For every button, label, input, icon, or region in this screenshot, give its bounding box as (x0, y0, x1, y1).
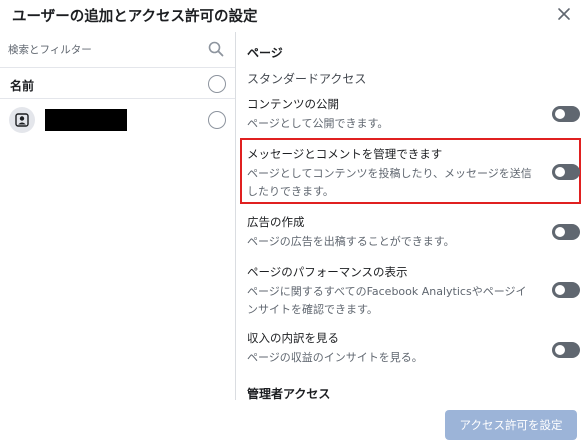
permissions-panel: ページ スタンダードアクセス コンテンツの公開 ページとして公開できます。 メッ… (237, 32, 583, 400)
create-ads-toggle[interactable] (552, 224, 580, 240)
permission-title: コンテンツの公開 (247, 97, 339, 111)
permission-description: ページとしてコンテンツを投稿したり、メッセージを送信したりできます。 (247, 167, 532, 198)
dialog-body: 名前 ページ スタンダードアクセス コンテンツの公開 (0, 32, 583, 400)
name-header-row: 名前 (0, 69, 235, 99)
set-permissions-button[interactable]: アクセス許可を設定 (445, 410, 577, 440)
permission-title: メッセージとコメントを管理できます (247, 147, 443, 161)
toggle-knob (555, 285, 565, 295)
page-section-title: ページ (247, 46, 283, 60)
person-icon (15, 113, 29, 127)
name-header: 名前 (10, 79, 35, 93)
permission-title: 収入の内訳を見る (247, 331, 339, 345)
permission-description: ページの広告を出稿することができます。 (247, 235, 455, 248)
redacted-user-name (45, 109, 127, 131)
toggle-knob (555, 227, 565, 237)
select-all-radio[interactable] (208, 75, 226, 93)
search-icon[interactable] (208, 41, 224, 57)
permission-manage-messages: メッセージとコメントを管理できます ページとしてコンテンツを投稿したり、メッセー… (237, 146, 583, 202)
permission-title: 広告の作成 (247, 215, 305, 229)
dialog-title: ユーザーの追加とアクセス許可の設定 (12, 9, 258, 25)
search-bar (0, 32, 235, 68)
view-revenue-toggle[interactable] (552, 342, 580, 358)
permission-view-performance: ページのパフォーマンスの表示 ページに関するすべてのFacebook Analy… (237, 264, 583, 320)
view-performance-toggle[interactable] (552, 282, 580, 298)
search-input[interactable] (8, 40, 198, 60)
permissions-dialog: ユーザーの追加とアクセス許可の設定 名前 (0, 0, 583, 445)
user-list-panel: 名前 (0, 32, 236, 400)
user-list-item[interactable] (0, 100, 235, 140)
admin-access-heading: 管理者アクセス (247, 387, 331, 400)
manage-messages-toggle[interactable] (552, 164, 580, 180)
permission-view-revenue: 収入の内訳を見る ページの収益のインサイトを見る。 (237, 330, 583, 370)
permission-publish-content: コンテンツの公開 ページとして公開できます。 (237, 96, 583, 136)
permission-create-ads: 広告の作成 ページの広告を出稿することができます。 (237, 214, 583, 254)
permission-description: ページの収益のインサイトを見る。 (247, 351, 423, 364)
avatar (9, 107, 35, 133)
standard-access-heading: スタンダードアクセス (247, 72, 367, 86)
toggle-knob (555, 345, 565, 355)
user-select-radio[interactable] (208, 111, 226, 129)
dialog-footer: アクセス許可を設定 (0, 400, 583, 445)
permission-description: ページとして公開できます。 (247, 117, 389, 130)
permission-description: ページに関するすべてのFacebook Analyticsやページインサイトを確… (247, 285, 527, 316)
dialog-header: ユーザーの追加とアクセス許可の設定 (0, 0, 583, 32)
toggle-knob (555, 167, 565, 177)
permission-title: ページのパフォーマンスの表示 (247, 265, 408, 279)
toggle-knob (555, 109, 565, 119)
close-icon[interactable] (555, 5, 573, 23)
publish-content-toggle[interactable] (552, 106, 580, 122)
